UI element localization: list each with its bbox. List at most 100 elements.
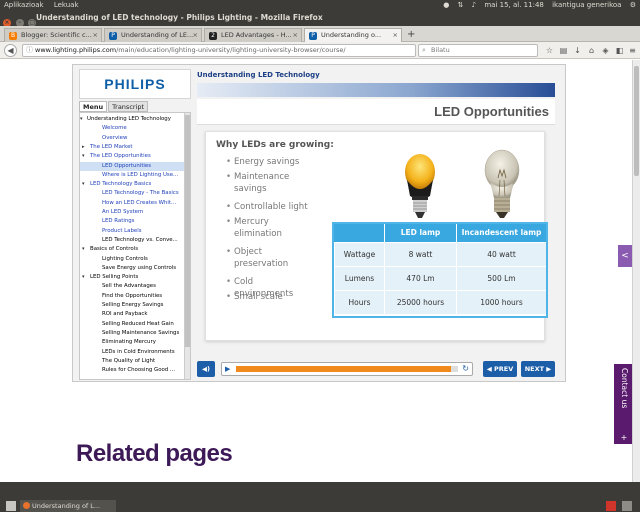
shield-icon[interactable]: ◈ (600, 45, 611, 56)
page-scroll-thumb[interactable] (634, 66, 639, 176)
system-top-panel: Aplikazioak Lekuak ● ⇅ ♪ mai 15, al. 11:… (0, 0, 640, 10)
bullet-item: Controllable light (226, 201, 314, 213)
close-tab-icon[interactable]: × (293, 29, 298, 42)
progress-bar[interactable]: ▶ ↻ (221, 362, 473, 376)
page-scrollbar[interactable] (632, 60, 640, 482)
menu-item[interactable]: ▾ LED Technology Basics (80, 180, 184, 189)
table-cell: Lumens (334, 266, 384, 290)
tab-led-advantages[interactable]: 2 LED Advantages - H... × (204, 28, 302, 42)
menu-item[interactable]: Rules for Choosing Good ... (80, 366, 184, 375)
close-tab-icon[interactable]: × (93, 29, 98, 42)
menu-item[interactable]: Find the Opportunities (80, 292, 184, 301)
menu-scroll-thumb[interactable] (185, 115, 190, 347)
menu-item[interactable]: Selling Maintenance Savings (80, 329, 184, 338)
menu-item-label: How an LED Creates Whit... (102, 199, 177, 206)
tab-bar: B Blogger: Scientific c... × P Understan… (0, 26, 640, 42)
tab-transcript[interactable]: Transcript (108, 101, 149, 112)
menu-tabs: Menu Transcript (79, 101, 149, 112)
power-icon[interactable]: ⚙ (630, 1, 636, 9)
menu-item-label: Rules for Choosing Good ... (102, 367, 176, 374)
menu-item[interactable]: Overview (80, 134, 184, 143)
menu-item-label: LEDs in Cold Environments (102, 348, 175, 355)
menu-item[interactable]: ROI and Payback (80, 310, 184, 319)
menu-item[interactable]: Eliminating Mercury (80, 338, 184, 347)
menu-item[interactable]: ▾ Basics of Controls (80, 245, 184, 254)
expand-arrow-icon[interactable]: ▾ (82, 180, 85, 189)
apps-menu[interactable]: Aplikazioak (4, 1, 44, 9)
menu-item[interactable]: Product Labels (80, 227, 184, 236)
collapse-arrow-icon[interactable]: ▸ (82, 143, 85, 152)
menu-item[interactable]: Lighting Controls (80, 255, 184, 264)
reading-list-icon[interactable]: ▤ (558, 45, 569, 56)
slide-header: LED Opportunities (197, 99, 555, 125)
contact-us-tab[interactable]: Contact us + (614, 364, 634, 444)
download-icon[interactable]: ↓ (572, 45, 583, 56)
new-tab-button[interactable]: + (407, 29, 415, 41)
home-icon[interactable]: ⌂ (586, 45, 597, 56)
menu-item[interactable]: LED Ratings (80, 217, 184, 226)
search-input[interactable]: ⌕ Bilatu (418, 44, 538, 57)
expand-arrow-icon[interactable]: ▾ (82, 152, 85, 161)
tab-menu[interactable]: Menu (79, 101, 108, 112)
share-icon[interactable]: < (618, 245, 632, 267)
menu-item-label: Save Energy using Controls (102, 264, 177, 271)
prev-button[interactable]: ◀ PREV (483, 361, 517, 377)
trash-icon[interactable] (622, 501, 632, 511)
firefox-tray-icon[interactable]: ● (443, 1, 449, 9)
tab-understanding-led[interactable]: P Understanding of LE... × (104, 28, 202, 42)
course-menu-list: ▾ Understanding LED Technology Welcome Over… (79, 112, 191, 380)
menu-item[interactable]: LEDs in Cold Environments (80, 348, 184, 357)
close-tab-icon[interactable]: × (393, 29, 398, 42)
menu-item[interactable]: Where is LED Lighting Use... (80, 171, 184, 180)
tab-understanding-active[interactable]: P Understanding o... × (304, 28, 402, 42)
tab-blogger[interactable]: B Blogger: Scientific c... × (4, 28, 102, 42)
update-notifier-icon[interactable] (606, 501, 616, 511)
next-button[interactable]: NEXT ▶ (521, 361, 555, 377)
progress-track[interactable] (236, 366, 458, 372)
menu-item[interactable]: LED Technology - The Basics (80, 189, 184, 198)
network-icon[interactable]: ⇅ (458, 1, 464, 9)
close-tab-icon[interactable]: × (193, 29, 198, 42)
menu-item[interactable]: ▾ Understanding LED Technology (80, 115, 184, 124)
table-header-incandescent: Incandescent lamp (456, 224, 546, 242)
play-icon[interactable]: ▶ (225, 363, 230, 375)
menu-item[interactable]: Selling Reduced Heat Gain (80, 320, 184, 329)
philips-icon: P (309, 32, 317, 40)
hamburger-menu-icon[interactable]: ≡ (627, 45, 638, 56)
menu-item[interactable]: ▾ LED Selling Points (80, 273, 184, 282)
prev-label: PREV (494, 365, 514, 373)
menu-item-label: Selling Energy Savings (102, 302, 164, 308)
show-desktop-icon[interactable] (6, 501, 16, 511)
volume-button[interactable]: ◀) (197, 361, 215, 377)
menu-item[interactable]: An LED System (80, 208, 184, 217)
expand-arrow-icon[interactable]: ▾ (82, 273, 85, 282)
replay-icon[interactable]: ↻ (462, 363, 469, 375)
taskbar-firefox-item[interactable]: Understanding of L... (20, 500, 116, 512)
menu-item[interactable]: ▸ The LED Market (80, 143, 184, 152)
menu-item-label: Selling Maintenance Savings (102, 329, 180, 336)
volume-icon[interactable]: ♪ (472, 1, 476, 9)
menu-item[interactable]: Sell the Advantages (80, 282, 184, 291)
datetime[interactable]: mai 15, al. 11:48 (484, 1, 544, 9)
site-info-icon[interactable]: ⓘ (26, 47, 33, 54)
menu-item[interactable]: How an LED Creates Whit... (80, 199, 184, 208)
table-cell: 40 watt (456, 242, 546, 266)
bookmark-star-icon[interactable]: ☆ (544, 45, 555, 56)
menu-item[interactable]: The Quality of Light (80, 357, 184, 366)
pocket-icon[interactable]: ◧ (614, 45, 625, 56)
menu-scrollbar[interactable] (184, 113, 190, 379)
menu-item[interactable]: ▾ The LED Opportunities (80, 152, 184, 161)
user-name[interactable]: ikantigua generikoa (552, 1, 621, 9)
page-content: PHILIPS Menu Transcript ▾ Understanding L… (0, 60, 640, 482)
expand-arrow-icon[interactable]: ▾ (82, 245, 85, 254)
menu-item[interactable]: LED Opportunities (80, 161, 184, 171)
menu-item-label: The LED Market (90, 143, 133, 150)
menu-item[interactable]: LED Technology vs. Conve... (80, 236, 184, 245)
expand-arrow-icon[interactable]: ▾ (80, 115, 83, 124)
back-button[interactable]: ◀ (4, 44, 17, 57)
menu-item[interactable]: Save Energy using Controls (80, 264, 184, 273)
menu-item[interactable]: Selling Energy Savings (80, 301, 184, 310)
places-menu[interactable]: Lekuak (54, 1, 79, 9)
menu-item[interactable]: Welcome (80, 124, 184, 133)
url-bar[interactable]: ⓘ www.lighting.philips.com/main/educatio… (22, 44, 416, 57)
